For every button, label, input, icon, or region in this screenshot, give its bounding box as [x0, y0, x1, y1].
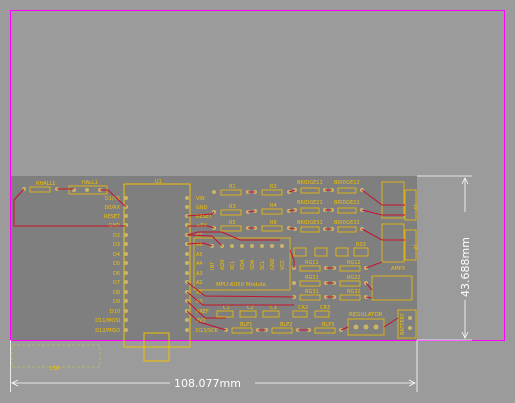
mpu-pin-label: VCC	[280, 259, 286, 270]
mpu-pin-label: SDA	[250, 259, 256, 270]
j1-label: J1	[412, 204, 418, 210]
pin-label: D0/RX	[104, 205, 120, 211]
l3r-component[interactable]: L3R	[11, 344, 101, 372]
dimension-height-label: 43.688mm	[459, 237, 472, 297]
u1-pins-left	[124, 196, 128, 332]
hall-label: HALL1	[82, 180, 98, 186]
rg22-label: RG22	[347, 275, 361, 281]
rg31-label: RG31	[305, 289, 319, 295]
mpu-pin-label: XCL	[230, 260, 236, 270]
j2-label: J2	[412, 244, 418, 250]
amp3-label: AMP3	[391, 266, 405, 272]
bridge21-label: BRIDGE21	[297, 200, 323, 206]
pin-label: D4	[113, 252, 120, 258]
blp2-label: BLP2	[280, 322, 292, 328]
r5-label: R5	[229, 220, 236, 226]
r6-label: R6	[270, 220, 277, 226]
u1-label: U1	[155, 179, 162, 185]
bridge22-label: BRIDGE22	[334, 200, 360, 206]
cr2-label: CR2	[298, 305, 308, 311]
mpu-pin-label: AD0	[220, 260, 226, 270]
pin-label: D11/MOSI	[95, 318, 120, 324]
pin-label: D10	[110, 309, 120, 315]
pcb-canvas[interactable]: U1 D1/TX D0/RX RESET GND D2 D3 D4 D5 D6 …	[0, 0, 515, 403]
pin-label: VIN	[196, 196, 205, 202]
bridge31-label: BRIDGE31	[297, 220, 323, 226]
pin-label: D3	[113, 242, 120, 248]
rg32-label: RG32	[347, 289, 361, 295]
r1-label: R1	[229, 184, 236, 190]
pin-label: GND	[196, 205, 208, 211]
pin-label: A4	[196, 261, 203, 267]
mpu-pin-label: SCL	[260, 260, 266, 270]
pin-label: RESET	[104, 214, 121, 220]
pin-label: A3	[196, 271, 203, 277]
mpu6050-label: MPU-6050 Module	[216, 282, 266, 288]
rg11-label: RG11	[305, 260, 319, 266]
pin-label: D5	[113, 261, 120, 267]
r3-label: R3	[229, 204, 236, 210]
bridge11-label: BRIDGE11	[297, 180, 323, 186]
pin-label: D6	[113, 271, 120, 277]
bridge32-label: BRIDGE32	[334, 220, 360, 226]
blp3-label: BLP3	[322, 322, 334, 328]
pad	[212, 190, 216, 194]
cr3-label: CR3	[320, 305, 330, 311]
rhall-label: RHALL1	[36, 181, 55, 187]
c1-label: C1	[223, 305, 230, 311]
pin-label: D12/MISO	[95, 328, 120, 334]
battery-label: BATTERY	[400, 312, 406, 335]
bridge12-label: BRIDGE12	[334, 180, 360, 186]
pin-label: D7	[113, 280, 120, 286]
r4-label: R4	[270, 203, 277, 209]
pin-label: D2	[113, 233, 120, 239]
c2-label: C2	[247, 305, 254, 311]
r2-label: R2	[270, 184, 277, 190]
mpu-pin-label: GND	[270, 258, 276, 270]
pin-label: D8	[113, 290, 120, 296]
rg12-label: RG12	[347, 260, 361, 266]
blp1-label: BLP1	[240, 322, 252, 328]
pad	[85, 188, 89, 192]
regulator-label: REGULATOR	[349, 312, 383, 318]
c3-label: C3	[270, 305, 277, 311]
pin-label: A2	[196, 280, 203, 286]
l3r-label: L3R	[50, 366, 60, 372]
dimension-width-label: 108.077mm	[174, 377, 241, 390]
rs3-label: RS3	[356, 242, 366, 248]
rg21-label: RG21	[305, 275, 319, 281]
pin-label: D13/SCK	[196, 328, 219, 334]
pin-label: D9	[113, 299, 120, 305]
mpu-pin-label: XDA	[240, 259, 246, 270]
mpu-pin-label: INT	[210, 261, 216, 270]
pin-label: A5	[196, 252, 203, 258]
